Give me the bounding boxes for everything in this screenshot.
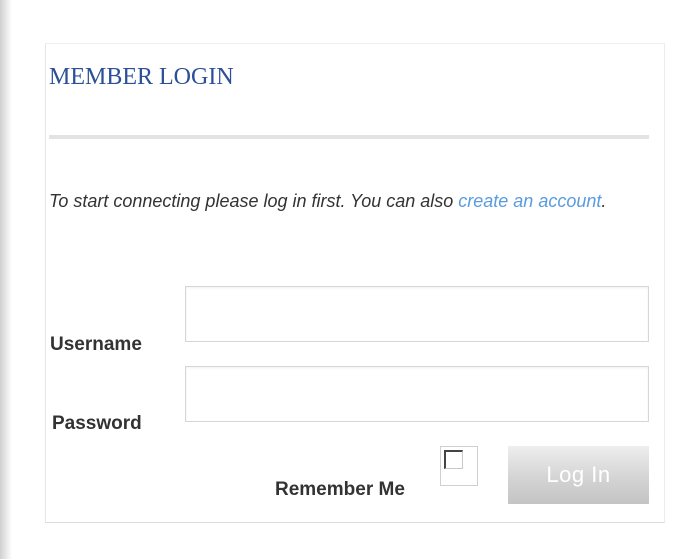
page: MEMBER LOGIN To start connecting please …: [0, 0, 691, 559]
login-button[interactable]: Log In: [508, 446, 649, 504]
title-divider: [49, 135, 649, 139]
username-input[interactable]: [185, 286, 649, 342]
remember-me-checkbox[interactable]: [440, 446, 478, 486]
remember-me-label: Remember Me: [275, 479, 405, 500]
checkbox-box-icon: [444, 450, 463, 469]
member-login-panel: MEMBER LOGIN To start connecting please …: [45, 43, 665, 523]
create-account-link[interactable]: create an account: [458, 191, 601, 211]
password-label: Password: [52, 413, 142, 434]
intro-message: To start connecting please log in first.…: [49, 191, 459, 211]
login-title: MEMBER LOGIN: [49, 64, 234, 90]
page-left-edge: [0, 0, 12, 559]
intro-text: To start connecting please log in first.…: [49, 185, 629, 218]
username-label: Username: [50, 334, 142, 355]
password-input[interactable]: [185, 366, 649, 422]
intro-period: .: [601, 191, 607, 211]
